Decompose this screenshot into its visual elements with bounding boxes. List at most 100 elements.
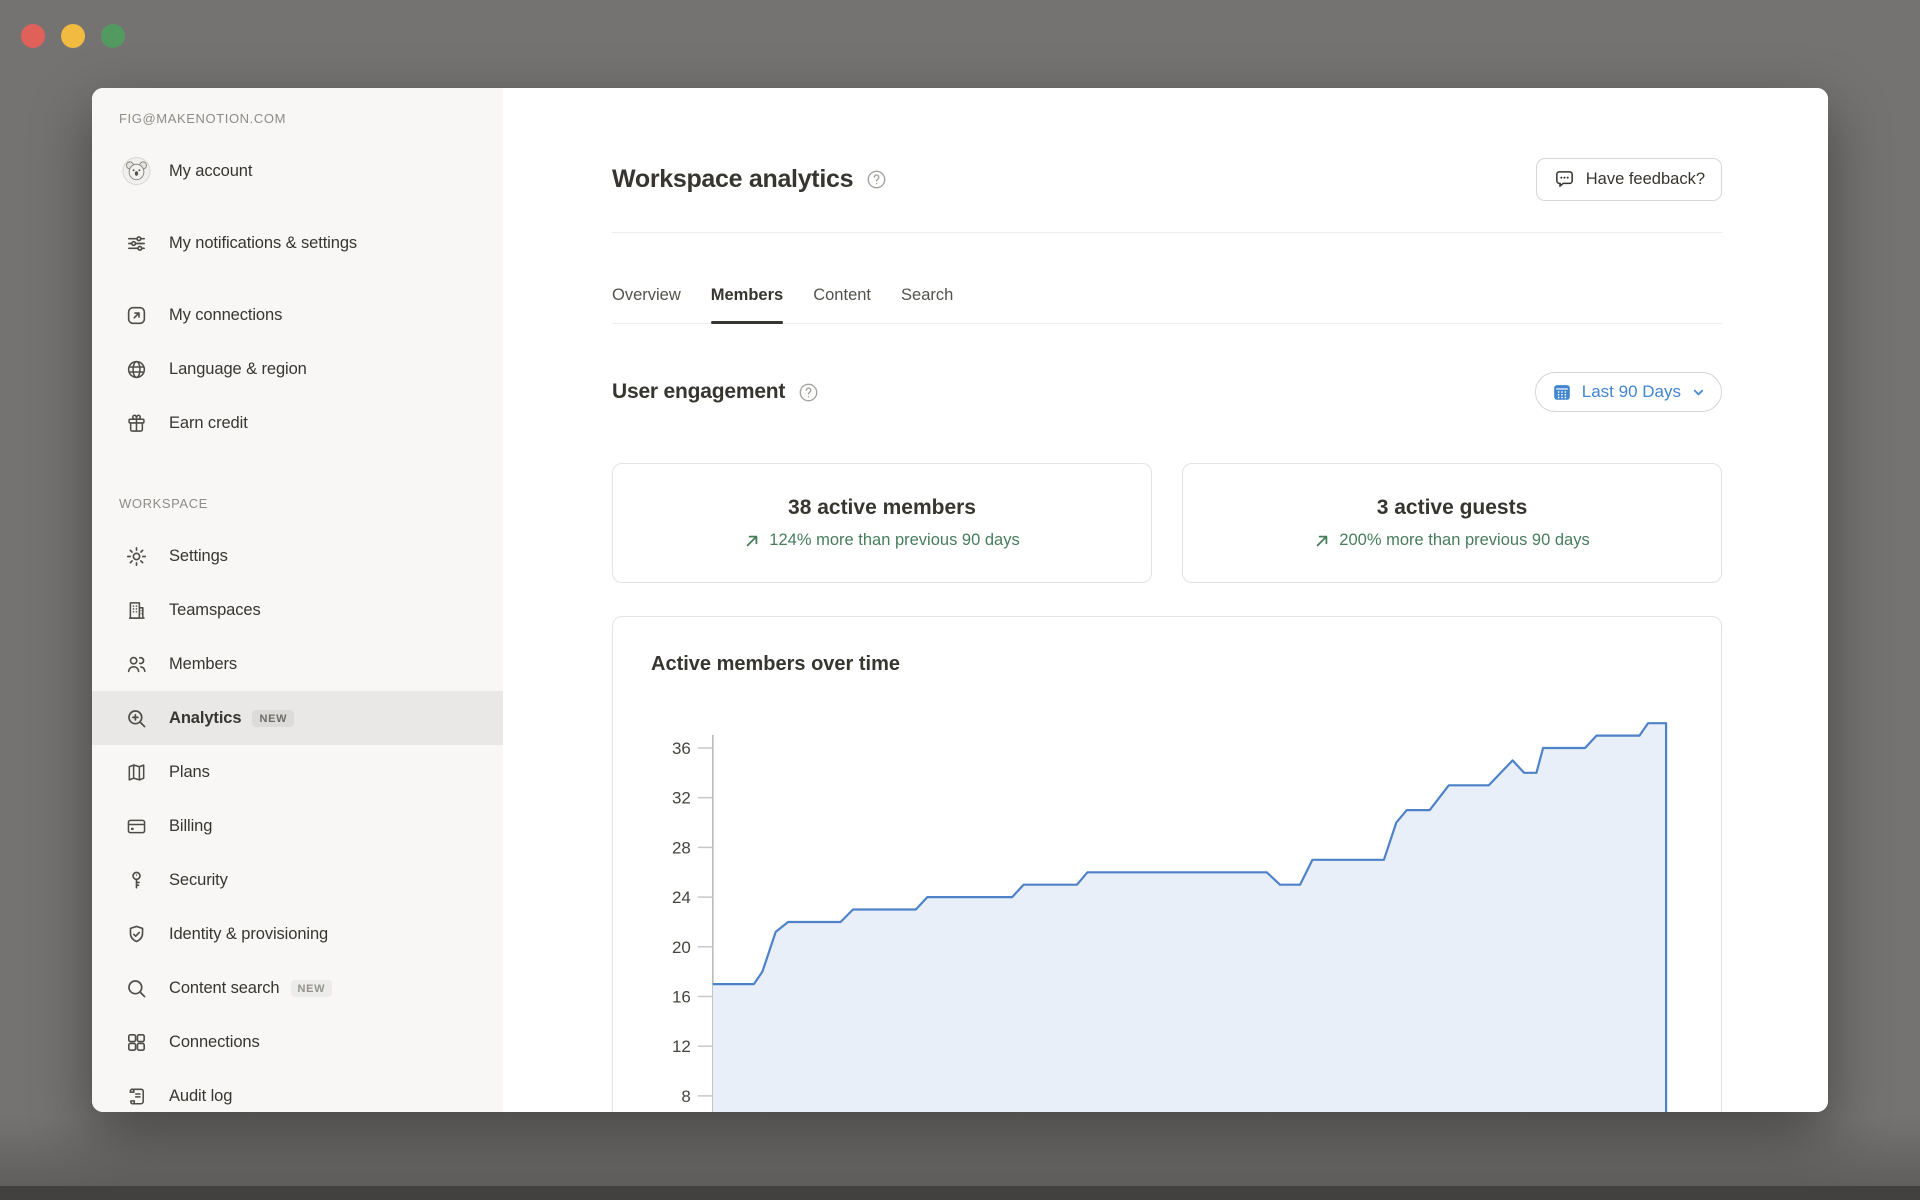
- sidebar-item-label: My account: [169, 162, 252, 181]
- sidebar-item-settings[interactable]: Settings: [92, 529, 503, 583]
- svg-text:12: 12: [672, 1037, 691, 1056]
- date-range-label: Last 90 Days: [1582, 382, 1681, 402]
- analytics-tabs: Overview Members Content Search: [612, 284, 1722, 324]
- credit-card-icon: [122, 815, 151, 838]
- key-icon: [122, 869, 151, 892]
- stat-delta: 200% more than previous 90 days: [1314, 531, 1589, 550]
- stat-value: 3 active guests: [1377, 496, 1528, 520]
- sidebar-item-my-notifications-settings[interactable]: My notifications & settings: [92, 198, 503, 288]
- have-feedback-label: Have feedback?: [1586, 170, 1705, 189]
- help-icon[interactable]: [798, 382, 819, 403]
- building-icon: [122, 599, 151, 622]
- stat-card-38-active-members: 38 active members 124% more than previous…: [612, 463, 1152, 583]
- header-divider: [612, 232, 1722, 233]
- page-title: Workspace analytics: [612, 165, 853, 194]
- members-icon: [122, 653, 151, 676]
- sidebar-item-label: Plans: [169, 763, 210, 782]
- active-members-chart-card: Active members over time 36 32 28 24 20 16 12 8: [612, 616, 1722, 1112]
- sidebar-item-label: Analytics: [169, 709, 241, 728]
- zoom-button[interactable]: [101, 24, 125, 48]
- svg-text:36: 36: [672, 739, 691, 758]
- sidebar-item-label: Settings: [169, 547, 228, 566]
- sidebar-item-teamspaces[interactable]: Teamspaces: [92, 583, 503, 637]
- sidebar-item-analytics[interactable]: AnalyticsNEW: [92, 691, 503, 745]
- svg-text:16: 16: [672, 987, 691, 1006]
- sidebar-item-label: Teamspaces: [169, 601, 261, 620]
- have-feedback-button[interactable]: Have feedback?: [1536, 158, 1722, 201]
- chart-title: Active members over time: [651, 653, 900, 676]
- sidebar-item-label: Content search: [169, 979, 280, 998]
- minimize-button[interactable]: [61, 24, 85, 48]
- globe-icon: [122, 358, 151, 381]
- close-button[interactable]: [21, 24, 45, 48]
- window-controls: [21, 24, 125, 48]
- svg-text:28: 28: [672, 838, 691, 857]
- sidebar-item-label: Members: [169, 655, 237, 674]
- stat-card-3-active-guests: 3 active guests 200% more than previous 9…: [1182, 463, 1722, 583]
- map-icon: [122, 761, 151, 784]
- sidebar-item-security[interactable]: Security: [92, 853, 503, 907]
- tab-search[interactable]: Search: [901, 284, 953, 323]
- speech-bubble-icon: [1553, 168, 1576, 191]
- account-email: FIG@MAKENOTION.COM: [119, 111, 503, 126]
- stat-delta-text: 124% more than previous 90 days: [769, 531, 1019, 550]
- sidebar-item-plans[interactable]: Plans: [92, 745, 503, 799]
- chevron-down-icon: [1690, 385, 1706, 400]
- page-header: Workspace analytics Have feedback?: [612, 158, 1722, 201]
- sidebar-item-label: Earn credit: [169, 414, 248, 433]
- workspace-section-label: WORKSPACE: [119, 496, 503, 511]
- arrow-up-right-square-icon: [122, 304, 151, 327]
- sidebar-item-billing[interactable]: Billing: [92, 799, 503, 853]
- sidebar-item-label: Billing: [169, 817, 212, 836]
- stat-delta: 124% more than previous 90 days: [744, 531, 1019, 550]
- magnifier-plus-icon: [122, 707, 151, 730]
- screen-bottom-strip: [0, 1186, 1920, 1200]
- settings-window: FIG@MAKENOTION.COM My account My notifica…: [92, 88, 1828, 1112]
- sidebar-item-label: My connections: [169, 306, 282, 325]
- tab-overview[interactable]: Overview: [612, 284, 681, 323]
- chart-area: 36 32 28 24 20 16 12 8: [613, 617, 1721, 1112]
- sidebar-item-earn-credit[interactable]: Earn credit: [92, 396, 503, 450]
- shield-check-icon: [122, 923, 151, 946]
- sidebar-workspace-list: SettingsTeamspacesMembersAnalyticsNEWPla…: [92, 529, 503, 1112]
- new-badge: NEW: [291, 980, 333, 997]
- sidebar-item-audit-log[interactable]: Audit log: [92, 1069, 503, 1112]
- date-range-selector[interactable]: Last 90 Days: [1535, 372, 1722, 412]
- sidebar-item-label: My notifications & settings: [169, 225, 357, 261]
- screen-bottom-shade: [0, 1116, 1920, 1186]
- help-icon[interactable]: [866, 169, 887, 190]
- sidebar-item-label: Connections: [169, 1033, 260, 1052]
- sidebar-item-language-region[interactable]: Language & region: [92, 342, 503, 396]
- sidebar-item-my-account[interactable]: My account: [92, 144, 503, 198]
- calendar-icon: [1551, 381, 1573, 403]
- arrow-up-right-icon: [744, 533, 760, 549]
- scroll-icon: [122, 1085, 151, 1108]
- settings-sidebar: FIG@MAKENOTION.COM My account My notifica…: [92, 88, 503, 1112]
- svg-text:32: 32: [672, 789, 691, 808]
- gear-icon: [122, 545, 151, 568]
- sliders-icon: [122, 232, 151, 255]
- sidebar-item-content-search[interactable]: Content search NEW: [92, 961, 503, 1015]
- avatar: [122, 156, 151, 186]
- svg-text:8: 8: [681, 1087, 690, 1106]
- svg-text:20: 20: [672, 938, 691, 957]
- stat-cards: 38 active members 124% more than previous…: [612, 463, 1722, 583]
- svg-text:24: 24: [672, 888, 691, 907]
- stat-value: 38 active members: [788, 496, 976, 520]
- sidebar-item-label: Identity & provisioning: [169, 925, 328, 944]
- user-engagement-title: User engagement: [612, 380, 785, 404]
- sidebar-item-label: Audit log: [169, 1087, 232, 1106]
- desktop-background: FIG@MAKENOTION.COM My account My notifica…: [0, 0, 1920, 1200]
- stat-delta-text: 200% more than previous 90 days: [1339, 531, 1589, 550]
- arrow-up-right-icon: [1314, 533, 1330, 549]
- sidebar-item-members[interactable]: Members: [92, 637, 503, 691]
- sidebar-account-list: My account My notifications & settings My …: [92, 144, 503, 450]
- sidebar-item-connections[interactable]: Connections: [92, 1015, 503, 1069]
- tab-content[interactable]: Content: [813, 284, 871, 323]
- sidebar-item-identity-provisioning[interactable]: Identity & provisioning: [92, 907, 503, 961]
- tab-members[interactable]: Members: [711, 284, 783, 323]
- sidebar-item-label: Language & region: [169, 360, 307, 379]
- user-engagement-header: User engagement Last 90 Days: [612, 372, 1722, 412]
- sidebar-item-my-connections[interactable]: My connections: [92, 288, 503, 342]
- search-icon: [122, 977, 151, 1000]
